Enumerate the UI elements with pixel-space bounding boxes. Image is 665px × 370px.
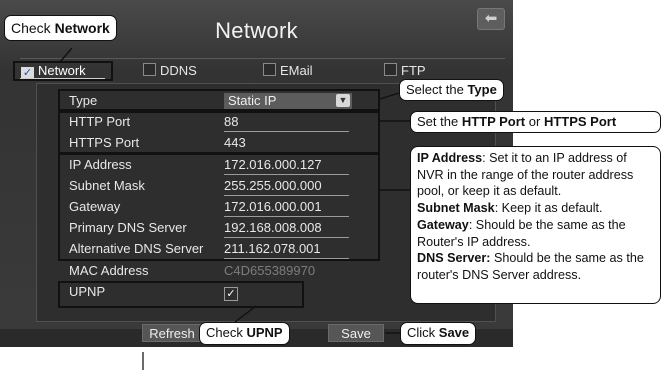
- detail-dns-bold: DNS Server:: [417, 251, 491, 266]
- callout-click-save-text: Click: [407, 325, 439, 340]
- detail-gateway-bold: Gateway: [417, 217, 469, 232]
- callout-set-port: Set the HTTP Port or HTTPS Port: [410, 111, 661, 133]
- callout-select-type-bold: Type: [467, 82, 497, 97]
- detail-gateway: Gateway: Should be the same as the Route…: [417, 217, 655, 250]
- callout-check-upnp-bold: UPNP: [246, 325, 283, 340]
- callout-check-network: Check Network: [4, 15, 117, 41]
- callout-select-type-text: Select the: [406, 82, 468, 97]
- callout-set-port-bold1: HTTP Port: [461, 114, 526, 129]
- detail-dns: DNS Server: Should be the same as the ro…: [417, 250, 655, 283]
- detail-ip-bold: IP Address: [417, 151, 483, 165]
- callout-set-port-bold2: HTTPS Port: [543, 114, 617, 129]
- hidden-spacer: [142, 352, 144, 370]
- callout-set-port-text: Set the: [417, 114, 462, 129]
- detail-subnet-text: : Keep it as default.: [494, 201, 603, 216]
- callout-click-save: Click Save: [400, 322, 477, 345]
- detail-ip: IP Address: Set it to an IP address of N…: [417, 150, 655, 200]
- callout-select-type: Select the Type: [399, 79, 504, 101]
- callout-address-details: IP Address: Set it to an IP address of N…: [410, 146, 661, 304]
- callout-click-save-bold: Save: [438, 325, 470, 340]
- detail-subnet: Subnet Mask: Keep it as default.: [417, 200, 655, 217]
- callout-check-network-bold: Network: [54, 20, 110, 36]
- callout-check-network-text: Check: [11, 20, 55, 36]
- callout-check-upnp-text: Check: [206, 325, 247, 340]
- callout-check-upnp: Check UPNP: [199, 322, 290, 345]
- callout-set-port-mid: or: [525, 114, 544, 129]
- detail-subnet-bold: Subnet Mask: [417, 201, 495, 216]
